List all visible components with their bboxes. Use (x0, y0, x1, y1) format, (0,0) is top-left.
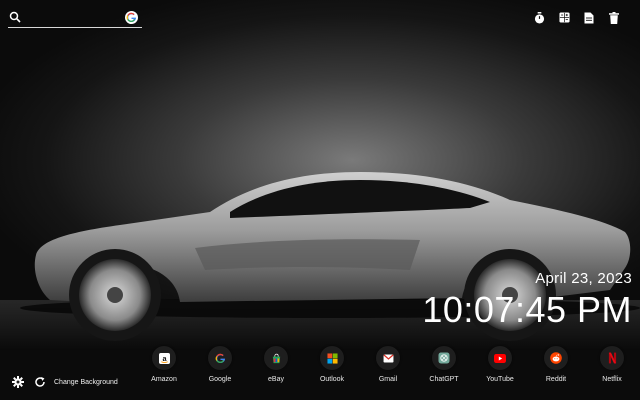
background-wallpaper (0, 0, 640, 400)
refresh-background-icon[interactable] (34, 376, 46, 388)
reddit-icon (544, 346, 568, 370)
shortcut-label: Netflix (602, 376, 622, 383)
google-search-engine-icon[interactable] (125, 11, 138, 24)
calculator-button[interactable] (558, 11, 570, 24)
shortcut-netflix[interactable]: Netflix (584, 346, 640, 383)
shortcut-label: Reddit (545, 376, 567, 383)
shortcut-label: YouTube (486, 376, 514, 383)
trash-icon (609, 11, 619, 24)
notes-icon (584, 12, 594, 23)
calculator-icon (558, 12, 570, 23)
search-input[interactable] (26, 10, 126, 26)
google-icon (126, 12, 137, 23)
notes-button[interactable] (583, 11, 595, 24)
amazon-icon: a (152, 346, 176, 370)
netflix-icon (600, 346, 624, 370)
shortcut-label: eBay (268, 376, 284, 383)
timer-button[interactable] (533, 11, 545, 24)
shortcut-google[interactable]: Google (192, 346, 248, 383)
shortcut-label: Gmail (378, 376, 398, 383)
ebay-icon (264, 346, 288, 370)
shortcut-label: ChatGPT (429, 376, 459, 383)
clock-date: April 23, 2023 (535, 270, 632, 287)
shortcut-chatgpt[interactable]: ChatGPT (416, 346, 472, 383)
bottom-controls: Change Background (12, 376, 118, 388)
shortcut-bar: a Amazon Google eBay Outlook Gmail ChatG… (136, 346, 640, 383)
google-icon (208, 346, 232, 370)
shortcut-label: Google (208, 376, 232, 383)
shortcut-ebay[interactable]: eBay (248, 346, 304, 383)
search-icon (9, 11, 21, 23)
shortcut-label: Outlook (319, 376, 345, 383)
shortcut-label: Amazon (151, 376, 177, 383)
change-background-link[interactable]: Change Background (54, 379, 118, 386)
shortcut-gmail[interactable]: Gmail (360, 346, 416, 383)
shortcut-youtube[interactable]: YouTube (472, 346, 528, 383)
search-bar[interactable] (8, 9, 142, 28)
shortcut-outlook[interactable]: Outlook (304, 346, 360, 383)
clock-time: 10:07:45 PM (422, 289, 632, 330)
youtube-icon (488, 346, 512, 370)
gmail-icon (376, 346, 400, 370)
chatgpt-icon (432, 346, 456, 370)
outlook-icon (320, 346, 344, 370)
settings-gear-icon[interactable] (12, 376, 24, 388)
shortcut-amazon[interactable]: a Amazon (136, 346, 192, 383)
toolbar (533, 11, 620, 24)
shortcut-reddit[interactable]: Reddit (528, 346, 584, 383)
timer-icon (534, 11, 544, 23)
trash-button[interactable] (608, 11, 620, 24)
